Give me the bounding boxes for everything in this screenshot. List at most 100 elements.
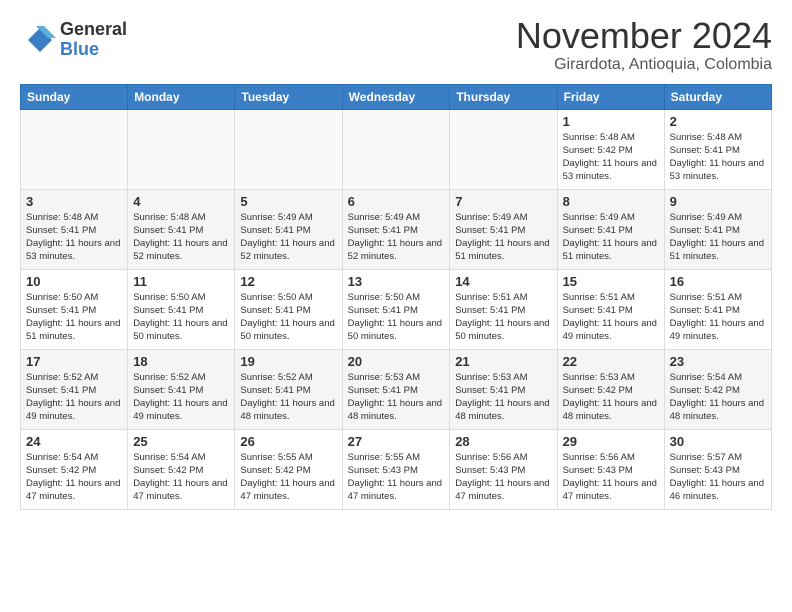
day-cell-1-5: 8 Sunrise: 5:49 AM Sunset: 5:41 PM Daylig… [557, 189, 664, 269]
day-number: 13 [348, 274, 445, 289]
logo-general-text: General [60, 20, 127, 40]
col-monday: Monday [128, 84, 235, 109]
day-info: Sunrise: 5:55 AM Sunset: 5:43 PM Dayligh… [348, 451, 445, 504]
day-info: Sunrise: 5:49 AM Sunset: 5:41 PM Dayligh… [240, 211, 336, 264]
day-number: 11 [133, 274, 229, 289]
day-number: 7 [455, 194, 551, 209]
day-info: Sunrise: 5:48 AM Sunset: 5:41 PM Dayligh… [133, 211, 229, 264]
day-info: Sunrise: 5:52 AM Sunset: 5:41 PM Dayligh… [240, 371, 336, 424]
day-info: Sunrise: 5:56 AM Sunset: 5:43 PM Dayligh… [563, 451, 659, 504]
day-number: 2 [670, 114, 766, 129]
day-number: 15 [563, 274, 659, 289]
day-cell-2-5: 15 Sunrise: 5:51 AM Sunset: 5:41 PM Dayli… [557, 269, 664, 349]
day-cell-2-2: 12 Sunrise: 5:50 AM Sunset: 5:41 PM Dayli… [235, 269, 342, 349]
logo-text: General Blue [60, 20, 127, 60]
day-number: 20 [348, 354, 445, 369]
day-info: Sunrise: 5:48 AM Sunset: 5:41 PM Dayligh… [26, 211, 122, 264]
col-thursday: Thursday [450, 84, 557, 109]
day-number: 27 [348, 434, 445, 449]
title-block: November 2024 Girardota, Antioquia, Colo… [516, 16, 772, 74]
day-cell-0-6: 2 Sunrise: 5:48 AM Sunset: 5:41 PM Daylig… [664, 109, 771, 189]
location-title: Girardota, Antioquia, Colombia [516, 56, 772, 74]
day-cell-1-4: 7 Sunrise: 5:49 AM Sunset: 5:41 PM Daylig… [450, 189, 557, 269]
day-number: 6 [348, 194, 445, 209]
week-row-2: 3 Sunrise: 5:48 AM Sunset: 5:41 PM Daylig… [21, 189, 772, 269]
day-cell-3-2: 19 Sunrise: 5:52 AM Sunset: 5:41 PM Dayli… [235, 349, 342, 429]
day-info: Sunrise: 5:53 AM Sunset: 5:41 PM Dayligh… [348, 371, 445, 424]
page: General Blue November 2024 Girardota, An… [0, 0, 792, 530]
day-number: 16 [670, 274, 766, 289]
day-cell-4-1: 25 Sunrise: 5:54 AM Sunset: 5:42 PM Dayli… [128, 429, 235, 509]
day-cell-4-5: 29 Sunrise: 5:56 AM Sunset: 5:43 PM Dayli… [557, 429, 664, 509]
col-friday: Friday [557, 84, 664, 109]
day-number: 10 [26, 274, 122, 289]
day-number: 28 [455, 434, 551, 449]
logo: General Blue [20, 20, 127, 60]
col-tuesday: Tuesday [235, 84, 342, 109]
day-cell-3-0: 17Sunrise: 5:52 AM Sunset: 5:41 PM Dayli… [21, 349, 128, 429]
day-cell-4-2: 26 Sunrise: 5:55 AM Sunset: 5:42 PM Dayli… [235, 429, 342, 509]
day-cell-3-5: 22 Sunrise: 5:53 AM Sunset: 5:42 PM Dayli… [557, 349, 664, 429]
day-cell-4-3: 27 Sunrise: 5:55 AM Sunset: 5:43 PM Dayli… [342, 429, 450, 509]
day-info: Sunrise: 5:48 AM Sunset: 5:41 PM Dayligh… [670, 131, 766, 184]
day-number: 26 [240, 434, 336, 449]
day-cell-2-4: 14Sunrise: 5:51 AM Sunset: 5:41 PM Dayli… [450, 269, 557, 349]
day-number: 30 [670, 434, 766, 449]
day-info: Sunrise: 5:50 AM Sunset: 5:41 PM Dayligh… [133, 291, 229, 344]
day-info: Sunrise: 5:49 AM Sunset: 5:41 PM Dayligh… [670, 211, 766, 264]
day-cell-4-6: 30Sunrise: 5:57 AM Sunset: 5:43 PM Dayli… [664, 429, 771, 509]
day-number: 12 [240, 274, 336, 289]
day-number: 8 [563, 194, 659, 209]
calendar: Sunday Monday Tuesday Wednesday Thursday… [20, 84, 772, 510]
day-info: Sunrise: 5:52 AM Sunset: 5:41 PM Dayligh… [133, 371, 229, 424]
day-number: 19 [240, 354, 336, 369]
day-number: 21 [455, 354, 551, 369]
logo-icon [20, 22, 56, 58]
day-cell-3-1: 18 Sunrise: 5:52 AM Sunset: 5:41 PM Dayli… [128, 349, 235, 429]
col-saturday: Saturday [664, 84, 771, 109]
day-number: 22 [563, 354, 659, 369]
day-number: 18 [133, 354, 229, 369]
day-info: Sunrise: 5:49 AM Sunset: 5:41 PM Dayligh… [563, 211, 659, 264]
day-cell-2-0: 10Sunrise: 5:50 AM Sunset: 5:41 PM Dayli… [21, 269, 128, 349]
month-title: November 2024 [516, 16, 772, 56]
day-info: Sunrise: 5:55 AM Sunset: 5:42 PM Dayligh… [240, 451, 336, 504]
day-number: 24 [26, 434, 122, 449]
week-row-5: 24 Sunrise: 5:54 AM Sunset: 5:42 PM Dayli… [21, 429, 772, 509]
day-number: 29 [563, 434, 659, 449]
day-cell-0-4 [450, 109, 557, 189]
day-cell-3-3: 20 Sunrise: 5:53 AM Sunset: 5:41 PM Dayli… [342, 349, 450, 429]
day-info: Sunrise: 5:49 AM Sunset: 5:41 PM Dayligh… [455, 211, 551, 264]
col-sunday: Sunday [21, 84, 128, 109]
day-info: Sunrise: 5:49 AM Sunset: 5:41 PM Dayligh… [348, 211, 445, 264]
logo-blue-text: Blue [60, 40, 127, 60]
day-cell-0-0 [21, 109, 128, 189]
day-info: Sunrise: 5:54 AM Sunset: 5:42 PM Dayligh… [133, 451, 229, 504]
day-number: 4 [133, 194, 229, 209]
day-number: 14 [455, 274, 551, 289]
day-cell-2-1: 11 Sunrise: 5:50 AM Sunset: 5:41 PM Dayli… [128, 269, 235, 349]
col-wednesday: Wednesday [342, 84, 450, 109]
day-cell-1-1: 4 Sunrise: 5:48 AM Sunset: 5:41 PM Daylig… [128, 189, 235, 269]
day-cell-3-4: 21 Sunrise: 5:53 AM Sunset: 5:41 PM Dayli… [450, 349, 557, 429]
day-number: 25 [133, 434, 229, 449]
day-cell-1-6: 9 Sunrise: 5:49 AM Sunset: 5:41 PM Daylig… [664, 189, 771, 269]
day-info: Sunrise: 5:51 AM Sunset: 5:41 PM Dayligh… [563, 291, 659, 344]
day-info: Sunrise: 5:50 AM Sunset: 5:41 PM Dayligh… [240, 291, 336, 344]
calendar-header-row: Sunday Monday Tuesday Wednesday Thursday… [21, 84, 772, 109]
day-number: 17 [26, 354, 122, 369]
day-info: Sunrise: 5:53 AM Sunset: 5:41 PM Dayligh… [455, 371, 551, 424]
day-info: Sunrise: 5:54 AM Sunset: 5:42 PM Dayligh… [26, 451, 122, 504]
day-cell-0-1 [128, 109, 235, 189]
day-number: 1 [563, 114, 659, 129]
day-info: Sunrise: 5:53 AM Sunset: 5:42 PM Dayligh… [563, 371, 659, 424]
day-cell-0-2 [235, 109, 342, 189]
day-number: 3 [26, 194, 122, 209]
day-cell-2-6: 16Sunrise: 5:51 AM Sunset: 5:41 PM Dayli… [664, 269, 771, 349]
day-number: 9 [670, 194, 766, 209]
day-cell-4-4: 28Sunrise: 5:56 AM Sunset: 5:43 PM Dayli… [450, 429, 557, 509]
week-row-1: 1Sunrise: 5:48 AM Sunset: 5:42 PM Daylig… [21, 109, 772, 189]
week-row-3: 10 Sunrise: 5:50 AM Sunset: 5:41 PM Dayli… [21, 269, 772, 349]
day-cell-2-3: 13 Sunrise: 5:50 AM Sunset: 5:41 PM Dayli… [342, 269, 450, 349]
day-info: Sunrise: 5:50 AM Sunset: 5:41 PM Dayligh… [348, 291, 445, 344]
